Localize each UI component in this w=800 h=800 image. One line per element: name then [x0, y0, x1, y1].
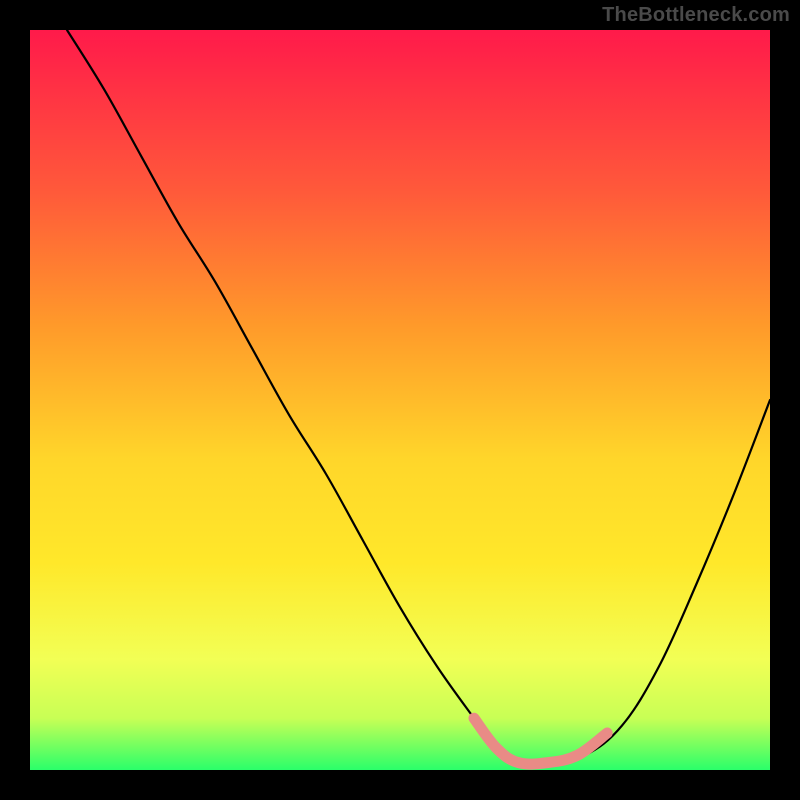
chart-svg: [30, 30, 770, 770]
chart-frame: TheBottleneck.com: [0, 0, 800, 800]
gradient-background: [30, 30, 770, 770]
watermark-text: TheBottleneck.com: [602, 4, 790, 27]
plot-area: [30, 30, 770, 770]
